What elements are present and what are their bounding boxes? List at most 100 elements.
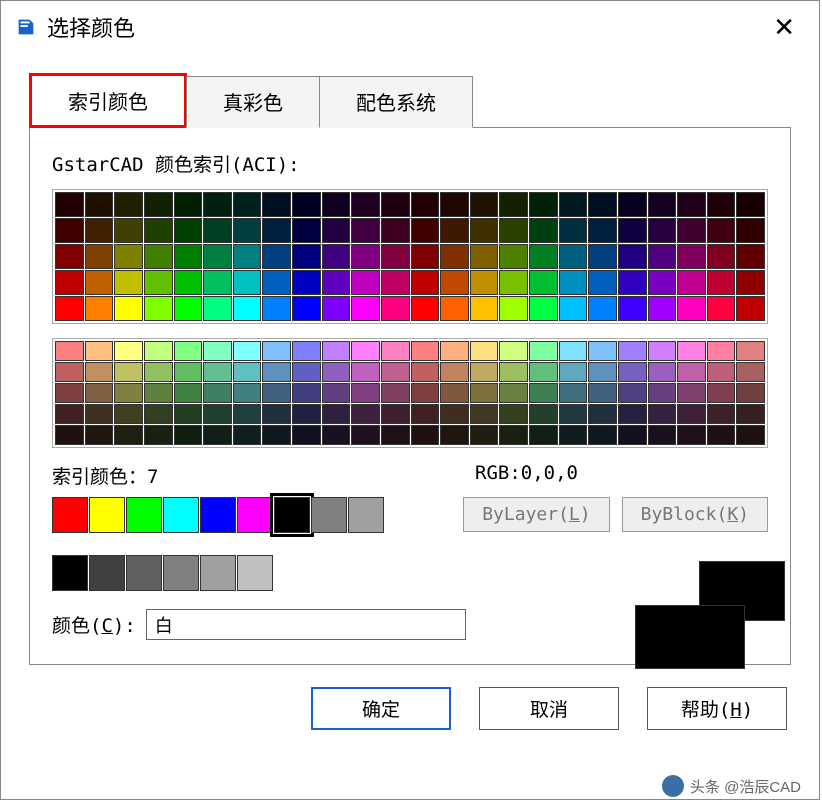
aci-swatch[interactable]: [114, 404, 143, 424]
aci-swatch[interactable]: [262, 192, 291, 217]
aci-swatch[interactable]: [174, 218, 203, 243]
aci-swatch[interactable]: [351, 192, 380, 217]
aci-swatch[interactable]: [114, 244, 143, 269]
aci-swatch[interactable]: [411, 218, 440, 243]
aci-swatch[interactable]: [262, 362, 291, 382]
aci-swatch[interactable]: [85, 404, 114, 424]
aci-swatch[interactable]: [85, 244, 114, 269]
aci-swatch[interactable]: [144, 341, 173, 361]
aci-swatch[interactable]: [707, 383, 736, 403]
aci-swatch[interactable]: [618, 270, 647, 295]
aci-swatch[interactable]: [203, 192, 232, 217]
aci-swatch[interactable]: [677, 270, 706, 295]
aci-swatch[interactable]: [499, 244, 528, 269]
aci-swatch[interactable]: [736, 244, 765, 269]
aci-swatch[interactable]: [440, 244, 469, 269]
aci-swatch[interactable]: [470, 341, 499, 361]
aci-swatch[interactable]: [203, 218, 232, 243]
aci-swatch[interactable]: [707, 244, 736, 269]
aci-swatch[interactable]: [648, 362, 677, 382]
tab-index-color[interactable]: 索引颜色: [29, 73, 187, 128]
aci-swatch[interactable]: [55, 296, 84, 321]
aci-swatch[interactable]: [144, 425, 173, 445]
aci-swatch[interactable]: [203, 425, 232, 445]
aci-swatch[interactable]: [262, 404, 291, 424]
aci-swatch[interactable]: [203, 244, 232, 269]
aci-swatch[interactable]: [144, 244, 173, 269]
aci-swatch[interactable]: [736, 270, 765, 295]
aci-swatch[interactable]: [144, 296, 173, 321]
aci-swatch[interactable]: [618, 244, 647, 269]
aci-swatch[interactable]: [677, 383, 706, 403]
aci-swatch[interactable]: [292, 383, 321, 403]
aci-swatch[interactable]: [677, 425, 706, 445]
aci-swatch[interactable]: [648, 218, 677, 243]
aci-swatch[interactable]: [55, 383, 84, 403]
aci-swatch[interactable]: [292, 425, 321, 445]
aci-swatch[interactable]: [618, 362, 647, 382]
aci-swatch[interactable]: [529, 296, 558, 321]
aci-swatch[interactable]: [174, 425, 203, 445]
aci-swatch[interactable]: [144, 218, 173, 243]
aci-swatch[interactable]: [411, 362, 440, 382]
aci-swatch[interactable]: [85, 362, 114, 382]
tab-color-books[interactable]: 配色系统: [319, 76, 473, 128]
bylayer-button[interactable]: ByLayer(L): [463, 497, 609, 532]
aci-swatch[interactable]: [233, 383, 262, 403]
ok-button[interactable]: 确定: [311, 687, 451, 730]
aci-swatch[interactable]: [381, 270, 410, 295]
aci-swatch[interactable]: [618, 296, 647, 321]
aci-swatch[interactable]: [499, 218, 528, 243]
aci-swatch[interactable]: [411, 270, 440, 295]
aci-swatch[interactable]: [529, 362, 558, 382]
aci-swatch[interactable]: [707, 296, 736, 321]
aci-swatch[interactable]: [114, 296, 143, 321]
aci-swatch[interactable]: [588, 296, 617, 321]
aci-swatch[interactable]: [85, 296, 114, 321]
standard-swatch[interactable]: [89, 497, 125, 533]
aci-swatch[interactable]: [233, 425, 262, 445]
aci-swatch[interactable]: [381, 341, 410, 361]
aci-swatch[interactable]: [529, 270, 558, 295]
aci-swatch[interactable]: [736, 296, 765, 321]
aci-swatch[interactable]: [322, 404, 351, 424]
aci-swatch[interactable]: [411, 425, 440, 445]
aci-swatch[interactable]: [707, 404, 736, 424]
close-icon[interactable]: ✕: [763, 8, 805, 47]
aci-swatch[interactable]: [529, 218, 558, 243]
aci-swatch[interactable]: [174, 341, 203, 361]
aci-swatch[interactable]: [55, 362, 84, 382]
aci-swatch[interactable]: [322, 244, 351, 269]
aci-swatch[interactable]: [559, 425, 588, 445]
aci-swatch[interactable]: [203, 341, 232, 361]
standard-swatch[interactable]: [200, 497, 236, 533]
aci-swatch[interactable]: [85, 218, 114, 243]
aci-swatch[interactable]: [55, 192, 84, 217]
aci-swatch[interactable]: [499, 341, 528, 361]
aci-swatch[interactable]: [677, 192, 706, 217]
aci-swatch[interactable]: [351, 404, 380, 424]
aci-swatch[interactable]: [174, 296, 203, 321]
aci-swatch[interactable]: [233, 270, 262, 295]
aci-swatch[interactable]: [292, 218, 321, 243]
aci-swatch[interactable]: [499, 362, 528, 382]
aci-swatch[interactable]: [529, 383, 558, 403]
aci-swatch[interactable]: [707, 270, 736, 295]
aci-swatch[interactable]: [233, 296, 262, 321]
aci-swatch[interactable]: [648, 404, 677, 424]
aci-swatch[interactable]: [618, 341, 647, 361]
aci-swatch[interactable]: [381, 383, 410, 403]
aci-swatch[interactable]: [411, 341, 440, 361]
aci-swatch[interactable]: [351, 383, 380, 403]
aci-swatch[interactable]: [677, 362, 706, 382]
aci-swatch[interactable]: [559, 341, 588, 361]
aci-swatch[interactable]: [440, 383, 469, 403]
aci-swatch[interactable]: [174, 404, 203, 424]
aci-swatch[interactable]: [440, 404, 469, 424]
aci-swatch[interactable]: [618, 383, 647, 403]
aci-swatch[interactable]: [203, 362, 232, 382]
aci-swatch[interactable]: [588, 270, 617, 295]
standard-swatch[interactable]: [126, 497, 162, 533]
byblock-button[interactable]: ByBlock(K): [622, 497, 768, 532]
aci-swatch[interactable]: [648, 296, 677, 321]
